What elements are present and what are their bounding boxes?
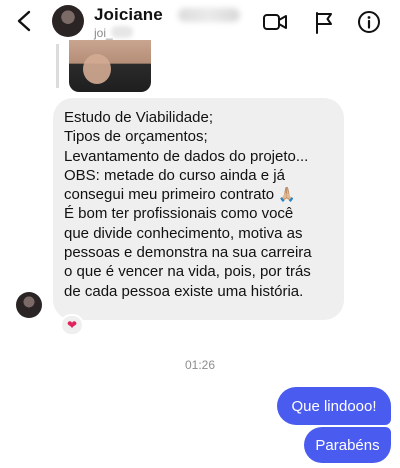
reply-indicator-bar [56,44,59,88]
received-message-bubble[interactable]: Estudo de Viabilidade; Tipos de orçament… [53,98,344,320]
blurred-surname [178,8,240,22]
message-line: É bom ter profissionais como você [64,205,294,223]
heart-reaction-icon[interactable]: ❤ [60,314,84,336]
back-arrow-icon[interactable] [14,9,36,33]
message-line: pessoas e demonstra na sua carreira [64,244,312,262]
blurred-username [111,26,133,38]
dm-conversation-screen: Joiciane joi_ Estudo de Viabilidade; Tip… [0,0,400,468]
sent-message-bubble[interactable]: Que lindooo! [277,387,391,425]
message-line: de cada pessoa existe uma história. [64,282,304,300]
info-icon[interactable] [356,10,382,34]
message-line-with-emoji: consegui meu primeiro contrato 🙏🏼 [64,185,334,204]
message-line-text: consegui meu primeiro contrato [64,186,275,204]
contact-username: joi_ [94,26,113,40]
message-line: Levantamento de dados do projeto... [64,147,309,165]
message-line: Tipos de orçamentos; [64,128,208,146]
flag-icon[interactable] [312,10,338,34]
sent-message-bubble[interactable]: Parabéns [304,427,391,463]
contact-name[interactable]: Joiciane [94,5,163,25]
chat-header: Joiciane joi_ [0,0,400,44]
shared-media-thumbnail[interactable] [69,40,151,92]
message-timestamp: 01:26 [184,358,216,372]
praying-hands-emoji: 🙏🏼 [278,186,296,203]
media-subject [83,54,111,84]
message-line: o que é vencer na vida, pois, por trás [64,263,311,281]
message-line: que divide conhecimento, motiva as [64,224,303,242]
message-line: OBS: metade do curso ainda e já [64,166,285,184]
message-line: Estudo de Viabilidade; [64,109,214,126]
contact-avatar[interactable] [52,5,84,37]
sender-avatar[interactable] [16,292,42,318]
video-call-icon[interactable] [262,10,288,34]
